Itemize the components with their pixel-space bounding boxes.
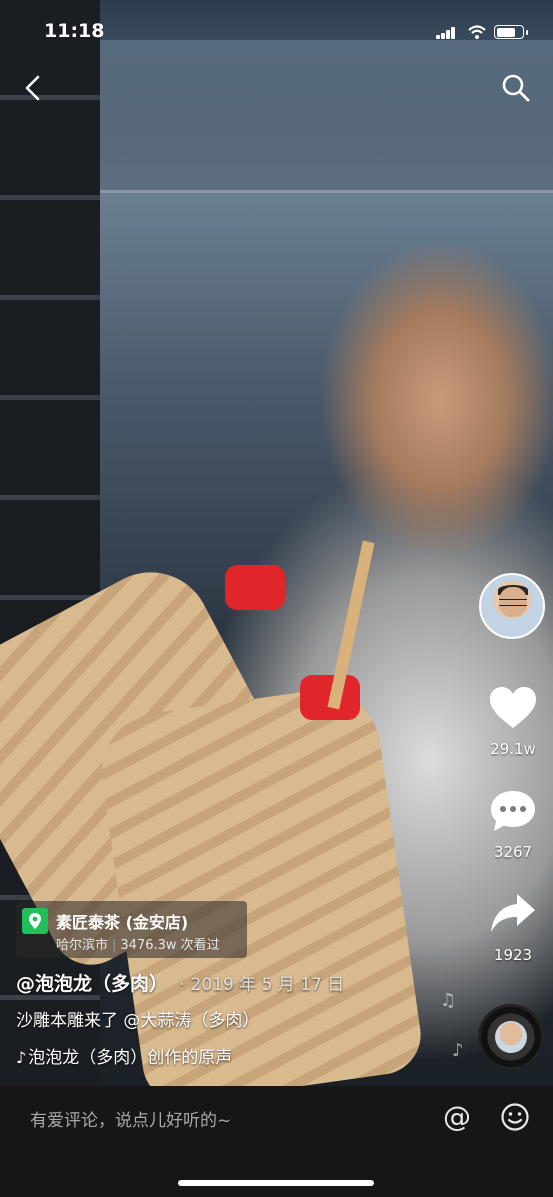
share-count: 1923 <box>493 946 533 964</box>
location-views: 3476.3w 次看过 <box>120 938 220 953</box>
search-icon <box>502 74 530 102</box>
post-caption[interactable]: 沙雕本雕来了 @大蒜涛（多肉） <box>16 1006 259 1031</box>
author-line: @泡泡龙（多肉） · 2019 年 5 月 17 日 <box>16 969 344 996</box>
location-card[interactable]: 素匠泰茶 (金安店) 哈尔滨市 | 3476.3w 次看过 <box>16 901 247 958</box>
home-indicator[interactable] <box>178 1180 374 1186</box>
at-icon: @ <box>443 1100 471 1133</box>
post-date-text: 2019 年 5 月 17 日 <box>190 975 345 995</box>
emoji-button[interactable] <box>500 1102 530 1132</box>
comment-input[interactable]: 有爱评论，说点儿好听的~ <box>30 1106 231 1131</box>
search-button[interactable] <box>500 72 532 104</box>
music-note-icon: ♪ <box>452 1040 464 1061</box>
comment-bubble-icon <box>491 791 535 831</box>
heart-icon <box>490 687 536 728</box>
location-pin-icon <box>22 908 48 934</box>
location-subtitle: 哈尔滨市 | 3476.3w 次看过 <box>56 934 220 953</box>
post-date: · 2019 年 5 月 17 日 <box>179 975 344 995</box>
back-button[interactable] <box>18 72 50 104</box>
location-separator: | <box>112 938 117 953</box>
author-avatar-button[interactable] <box>479 573 545 639</box>
music-disc-cover <box>495 1021 527 1053</box>
music-note-icon: ♫ <box>440 990 457 1011</box>
music-link[interactable]: ♪ 泡泡龙（多肉）创作的原声 <box>16 1043 232 1068</box>
post-date-dot: · <box>179 975 185 995</box>
like-count: 29.1w <box>490 740 536 758</box>
like-button[interactable]: 29.1w <box>478 684 548 758</box>
comment-bar: 有爱评论，说点儿好听的~ @ <box>0 1086 553 1197</box>
emoji-icon <box>501 1103 529 1131</box>
comment-count: 3267 <box>493 843 533 861</box>
battery-icon <box>494 25 528 39</box>
wifi-icon <box>468 25 486 39</box>
music-disc-button[interactable] <box>478 1004 544 1070</box>
signal-icon <box>436 27 456 39</box>
back-chevron-icon <box>25 75 40 101</box>
tiktok-note-icon: ♪ <box>16 1048 27 1067</box>
mention-button[interactable]: @ <box>440 1100 474 1134</box>
avatar-glasses <box>499 599 527 606</box>
share-button[interactable]: 1923 <box>478 890 548 964</box>
location-city: 哈尔滨市 <box>56 938 109 953</box>
video-background-railing <box>100 40 553 193</box>
music-title: 泡泡龙（多肉）创作的原声 <box>28 1048 233 1068</box>
video-bottle-cap <box>225 565 285 610</box>
author-name-link[interactable]: @泡泡龙（多肉） <box>16 973 168 995</box>
location-name: 素匠泰茶 (金安店) <box>56 913 189 932</box>
status-time: 11:18 <box>44 20 105 42</box>
share-arrow-icon <box>491 894 535 932</box>
comment-button[interactable]: 3267 <box>478 787 548 861</box>
